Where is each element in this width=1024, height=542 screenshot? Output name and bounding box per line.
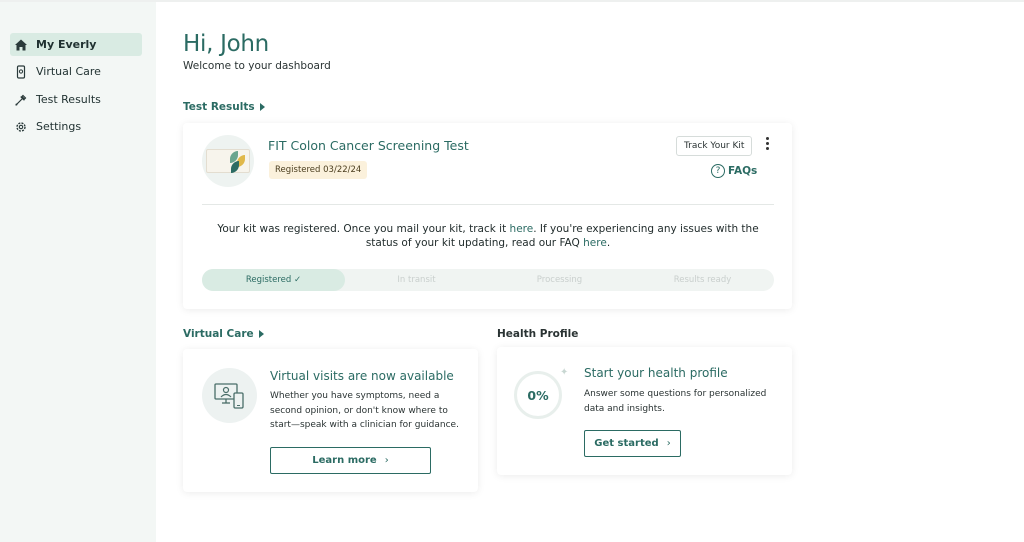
home-icon	[14, 38, 28, 52]
message-text: .	[606, 237, 611, 249]
sidebar-item-test-results[interactable]: Test Results	[10, 88, 142, 111]
chevron-right-icon: ›	[384, 455, 389, 466]
caret-right-icon	[258, 330, 264, 338]
page-title: Hi, John	[183, 31, 269, 57]
virtual-care-illustration	[202, 368, 257, 423]
phone-icon	[14, 64, 28, 79]
faq-here-link[interactable]: here	[583, 237, 607, 249]
sidebar-item-label: Test Results	[36, 93, 101, 106]
sidebar-item-virtual-care[interactable]: Virtual Care	[10, 60, 142, 83]
test-kit-image	[202, 135, 254, 187]
more-options-icon[interactable]	[764, 137, 770, 151]
page-subtitle: Welcome to your dashboard	[183, 60, 331, 72]
step-processing: Processing	[536, 275, 583, 285]
test-result-card: FIT Colon Cancer Screening Test Register…	[183, 123, 792, 309]
track-kit-button[interactable]: Track Your Kit	[676, 136, 753, 156]
faqs-link[interactable]: ? FAQs	[711, 164, 757, 178]
step-in-transit: In transit	[397, 275, 436, 285]
virtual-care-title: Virtual visits are now available	[270, 369, 454, 383]
profile-progress-ring: 0%	[514, 371, 562, 419]
health-profile-card: 0% ✦ Start your health profile Answer so…	[497, 347, 792, 475]
health-profile-title: Start your health profile	[584, 366, 728, 380]
sidebar-item-label: My Everly	[36, 38, 97, 51]
divider	[202, 204, 774, 205]
section-label: Virtual Care	[183, 328, 254, 340]
kit-status-message: Your kit was registered. Once you mail y…	[202, 222, 774, 250]
learn-more-button[interactable]: Learn more ›	[270, 447, 431, 474]
test-results-link[interactable]: Test Results	[183, 101, 265, 113]
section-label: Test Results	[183, 101, 255, 113]
health-profile-heading: Health Profile	[497, 328, 579, 340]
step-results-ready: Results ready	[673, 275, 732, 285]
dropper-icon	[14, 93, 28, 107]
sidebar: My Everly Virtual Care Test Results Sett…	[0, 2, 156, 542]
sparkle-icon: ✦	[560, 367, 569, 378]
caret-right-icon	[259, 103, 265, 111]
virtual-care-link[interactable]: Virtual Care	[183, 328, 264, 340]
faqs-label: FAQs	[728, 165, 758, 177]
virtual-care-description: Whether you have symptoms, need a second…	[270, 391, 459, 430]
button-label: Get started	[594, 438, 659, 449]
sidebar-item-my-everly[interactable]: My Everly	[10, 33, 142, 56]
virtual-care-card: Virtual visits are now available Whether…	[183, 349, 478, 492]
kit-progress-tracker: Registered ✓ In transit Processing Resul…	[202, 269, 774, 291]
help-icon: ?	[711, 164, 725, 178]
gear-icon	[14, 120, 28, 134]
telehealth-icon	[213, 382, 244, 409]
chevron-right-icon: ›	[666, 438, 671, 449]
track-here-link[interactable]: here	[510, 223, 534, 235]
sidebar-item-settings[interactable]: Settings	[10, 115, 142, 138]
step-registered: Registered ✓	[202, 269, 345, 291]
test-name[interactable]: FIT Colon Cancer Screening Test	[268, 138, 469, 153]
sidebar-item-label: Settings	[36, 120, 82, 133]
health-profile-description: Answer some questions for personalized d…	[584, 389, 767, 414]
get-started-button[interactable]: Get started ›	[584, 430, 681, 457]
status-badge: Registered 03/22/24	[269, 161, 368, 179]
message-text: Your kit was registered. Once you mail y…	[217, 223, 510, 235]
button-label: Learn more	[312, 455, 377, 466]
sidebar-item-label: Virtual Care	[36, 65, 101, 78]
